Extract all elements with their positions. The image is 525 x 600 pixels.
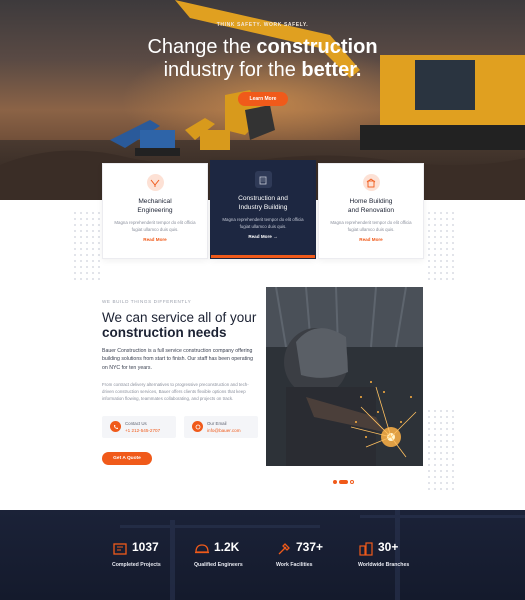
contact-email-box[interactable]: Our Email info@bauer.com xyxy=(184,416,258,438)
read-more-link[interactable]: Read More xyxy=(103,237,207,242)
slider-dot-active[interactable] xyxy=(339,480,348,484)
stat-number: 30+ xyxy=(378,540,399,554)
stat-label: Qualified Engineers xyxy=(194,562,243,568)
service-title-line: Mechanical xyxy=(138,198,172,205)
headline-part: Change the xyxy=(147,36,257,58)
service-description: Magna reprehenderit tempor do elit offic… xyxy=(330,220,412,232)
service-title-line: Industry Building xyxy=(238,204,288,211)
about-heading-line: We can service all of your xyxy=(102,310,257,325)
contact-email-label: Our Email xyxy=(207,421,227,426)
service-title-line: Engineering xyxy=(137,207,173,214)
welder-illustration xyxy=(266,287,423,466)
about-heading-bold: construction needs xyxy=(102,325,227,340)
helmet-icon xyxy=(195,544,209,554)
learn-more-button[interactable]: Learn More xyxy=(238,92,288,106)
contact-phone-box[interactable]: Contact Us +1 212-545-2707 xyxy=(102,416,176,438)
tools-icon xyxy=(278,543,290,555)
phone-icon xyxy=(110,421,121,432)
service-title: Mechanical Engineering xyxy=(103,197,207,215)
slider-pagination xyxy=(333,479,357,485)
service-cards: Mechanical Engineering Magna reprehenderi… xyxy=(102,160,424,259)
headline-bold: construction xyxy=(256,36,378,58)
service-card-construction[interactable]: Construction and Industry Building Magna … xyxy=(210,160,316,259)
service-description: Magna reprehenderit tempor do elit offic… xyxy=(114,220,196,232)
service-title-line: Home Building xyxy=(349,198,393,205)
get-a-quote-button[interactable]: Get A Quote xyxy=(102,452,152,465)
about-description: From contract delivery alternatives to p… xyxy=(102,382,249,401)
stat-number: 737+ xyxy=(296,540,324,554)
service-title: Construction and Industry Building xyxy=(211,194,315,212)
blueprint-icon xyxy=(113,543,127,555)
read-more-label: Read More xyxy=(248,234,272,239)
contact-email-value[interactable]: info@bauer.com xyxy=(207,428,241,433)
stats-section: 1037 Completed Projects 1.2K Qualified E… xyxy=(0,510,525,600)
service-description: Magna reprehenderit tempor do elit offic… xyxy=(222,217,304,229)
headline-bold: better. xyxy=(301,59,362,81)
stat-completed-projects: 1037 Completed Projects xyxy=(112,540,202,580)
gear-tools-icon xyxy=(146,174,164,191)
active-card-bar xyxy=(211,255,315,258)
stat-number: 1037 xyxy=(132,540,159,554)
contact-phone-value[interactable]: +1 212-545-2707 xyxy=(125,428,160,433)
about-heading: We can service all of your construction … xyxy=(102,310,256,340)
slider-dot[interactable] xyxy=(333,480,337,484)
stat-label: Worldwide Branches xyxy=(358,562,410,568)
headline-part: industry for the xyxy=(163,59,302,81)
hero-headline: Change the construction industry for the… xyxy=(0,36,525,82)
hero-tagline: THINK SAFETY. WORK SAFELY. xyxy=(216,22,309,28)
read-more-link[interactable]: Read More xyxy=(319,237,423,242)
stat-label: Completed Projects xyxy=(112,562,161,568)
about-kicker: WE BUILD THINGS DIFFERENTLY xyxy=(102,299,192,304)
house-icon xyxy=(362,174,380,191)
dot-pattern xyxy=(72,210,102,280)
service-card-home[interactable]: Home Building and Renovation Magna repreh… xyxy=(318,163,424,259)
dot-pattern xyxy=(426,408,454,490)
stat-qualified-engineers: 1.2K Qualified Engineers xyxy=(194,540,284,580)
service-title: Home Building and Renovation xyxy=(319,197,423,215)
service-title-line: Construction and xyxy=(238,195,288,202)
dot-pattern xyxy=(426,210,456,280)
email-icon xyxy=(192,421,203,432)
arrow-right-icon: → xyxy=(273,234,278,239)
stat-label: Work Facilities xyxy=(276,562,313,568)
service-card-mechanical[interactable]: Mechanical Engineering Magna reprehenderi… xyxy=(102,163,208,259)
about-intro: Bauer Construction is a full service con… xyxy=(102,348,254,371)
building-icon xyxy=(254,171,272,188)
stat-worldwide-branches: 30+ Worldwide Branches xyxy=(358,540,448,580)
buildings-icon xyxy=(359,542,373,556)
read-more-link[interactable]: Read More → xyxy=(211,234,315,239)
slider-dot[interactable] xyxy=(350,480,354,484)
contact-phone-label: Contact Us xyxy=(125,421,147,426)
stat-number: 1.2K xyxy=(214,540,240,554)
welder-photo xyxy=(266,287,423,466)
stat-work-facilities: 737+ Work Facilities xyxy=(276,540,366,580)
service-title-line: and Renovation xyxy=(347,207,395,214)
